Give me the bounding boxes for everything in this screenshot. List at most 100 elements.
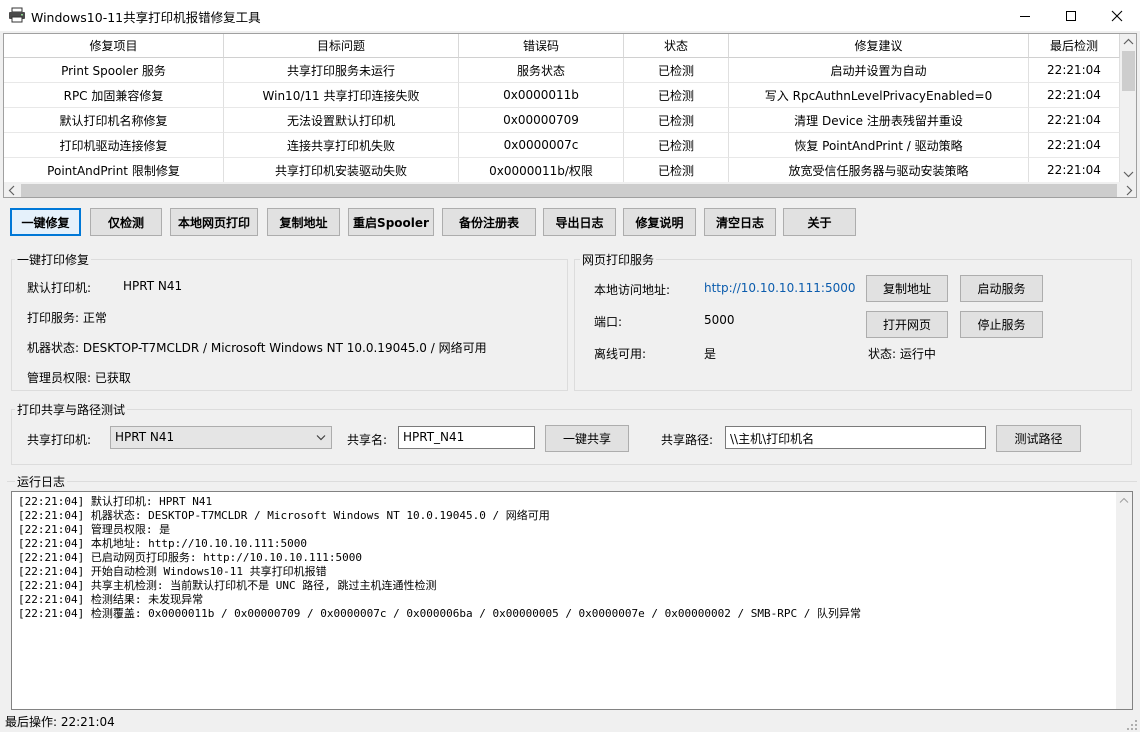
close-button[interactable] <box>1094 0 1140 31</box>
vertical-scroll-thumb[interactable] <box>1122 51 1135 91</box>
chevron-down-icon <box>316 435 326 441</box>
table-cell: 无法设置默认打印机 <box>224 108 459 133</box>
table-cell: 共享打印服务未运行 <box>224 58 459 83</box>
title-bar: Windows10-11共享打印机报错修复工具 <box>0 0 1140 31</box>
port-value: 5000 <box>704 313 735 327</box>
share-path-label: 共享路径: <box>661 433 714 447</box>
table-cell: 22:21:04 <box>1029 133 1120 158</box>
table-cell: 清理 Device 注册表残留并重设 <box>729 108 1029 133</box>
resize-grip-icon[interactable] <box>1126 719 1138 731</box>
restart-spooler-button[interactable]: 重启Spooler <box>348 208 434 236</box>
table-cell: 写入 RpcAuthnLevelPrivacyEnabled=0 <box>729 83 1029 108</box>
web-print-group-title: 网页打印服务 <box>580 251 657 268</box>
repair-notes-button[interactable]: 修复说明 <box>623 208 696 236</box>
share-name-label: 共享名: <box>347 433 388 447</box>
log-line: [22:21:04] 开始自动检测 Windows10-11 共享打印机报错 <box>18 565 327 578</box>
share-path-input[interactable]: \\主机\打印机名 <box>725 426 986 449</box>
table-cell: 放宽受信任服务器与驱动安装策略 <box>729 158 1029 183</box>
log-line: [22:21:04] 本机地址: http://10.10.10.111:500… <box>18 537 308 550</box>
copy-address-button[interactable]: 复制地址 <box>267 208 340 236</box>
backup-registry-button[interactable]: 备份注册表 <box>442 208 536 236</box>
repair-items-grid[interactable]: 修复项目 目标问题 错误码 状态 修复建议 最后检测 Print Spooler 服务 共享打… <box>3 33 1137 198</box>
print-service-status: 打印服务: 正常 <box>27 311 107 325</box>
port-label: 端口: <box>594 315 623 329</box>
table-cell: 已检测 <box>624 83 729 108</box>
log-line: [22:21:04] 检测覆盖: 0x0000011b / 0x00000709… <box>18 607 861 620</box>
log-line: [22:21:04] 管理员权限: 是 <box>18 523 171 536</box>
table-cell: 默认打印机名称修复 <box>4 108 224 133</box>
table-cell: 22:21:04 <box>1029 158 1120 183</box>
scroll-down-icon[interactable] <box>1123 170 1134 178</box>
table-cell: RPC 加固兼容修复 <box>4 83 224 108</box>
local-url-link[interactable]: http://10.10.10.111:5000 <box>704 281 856 295</box>
log-textarea[interactable]: [22:21:04] 默认打印机: HPRT N41 [22:21:04] 机器状… <box>11 491 1133 710</box>
stop-service-button[interactable]: 停止服务 <box>960 311 1043 338</box>
oneclick-group-title: 一键打印修复 <box>15 251 92 268</box>
table-cell: 连接共享打印机失败 <box>224 133 459 158</box>
minimize-button[interactable] <box>1002 0 1048 31</box>
scroll-up-icon[interactable] <box>1119 497 1129 504</box>
default-printer-value: HPRT N41 <box>123 279 183 293</box>
scroll-right-icon[interactable] <box>1125 185 1133 196</box>
copy-url-button[interactable]: 复制地址 <box>866 275 948 302</box>
last-action-status: 最后操作: 22:21:04 <box>5 715 115 729</box>
close-icon <box>1111 10 1123 21</box>
export-log-button[interactable]: 导出日志 <box>543 208 616 236</box>
table-cell: 22:21:04 <box>1029 83 1120 108</box>
table-cell: 恢复 PointAndPrint / 驱动策略 <box>729 133 1029 158</box>
share-group-title: 打印共享与路径测试 <box>15 401 128 418</box>
log-line: [22:21:04] 共享主机检测: 当前默认打印机不是 UNC 路径, 跳过主… <box>18 579 437 592</box>
url-label: 本地访问地址: <box>594 283 671 297</box>
table-cell: 打印机驱动连接修复 <box>4 133 224 158</box>
log-line: [22:21:04] 默认打印机: HPRT N41 <box>18 495 213 508</box>
column-header[interactable]: 目标问题 <box>224 34 459 58</box>
horizontal-scroll-thumb[interactable] <box>21 184 1117 197</box>
one-click-share-button[interactable]: 一键共享 <box>545 425 629 452</box>
vertical-scrollbar[interactable] <box>1120 34 1136 182</box>
detect-only-button[interactable]: 仅检测 <box>90 208 162 236</box>
column-header[interactable]: 错误码 <box>459 34 624 58</box>
table-cell: PointAndPrint 限制修复 <box>4 158 224 183</box>
log-scrollbar[interactable] <box>1116 492 1132 709</box>
column-header[interactable]: 修复项目 <box>4 34 224 58</box>
log-line: [22:21:04] 检测结果: 未发现异常 <box>18 593 204 606</box>
machine-status: 机器状态: DESKTOP-T7MCLDR / Microsoft Window… <box>27 341 487 355</box>
column-header[interactable]: 状态 <box>624 34 729 58</box>
admin-status: 管理员权限: 已获取 <box>27 371 131 385</box>
maximize-button[interactable] <box>1048 0 1094 31</box>
test-path-button[interactable]: 测试路径 <box>996 425 1081 452</box>
table-cell: Win10/11 共享打印连接失败 <box>224 83 459 108</box>
table-cell: 共享打印机安装驱动失败 <box>224 158 459 183</box>
web-print-group <box>574 259 1132 391</box>
log-line: [22:21:04] 机器状态: DESKTOP-T7MCLDR / Micro… <box>18 509 550 522</box>
share-printer-select[interactable]: HPRT N41 <box>110 426 332 449</box>
maximize-icon <box>1066 10 1076 21</box>
table-cell: 服务状态 <box>459 58 624 83</box>
about-button[interactable]: 关于 <box>783 208 856 236</box>
one-click-repair-button[interactable]: 一键修复 <box>10 208 81 236</box>
log-lines: [22:21:04] 默认打印机: HPRT N41 [22:21:04] 机器状… <box>18 495 861 621</box>
column-header[interactable]: 修复建议 <box>729 34 1029 58</box>
table-cell: 0x0000007c <box>459 133 624 158</box>
clear-log-button[interactable]: 清空日志 <box>704 208 776 236</box>
table-cell: 启动并设置为自动 <box>729 58 1029 83</box>
share-name-input[interactable]: HPRT_N41 <box>398 426 535 449</box>
log-line: [22:21:04] 已启动网页打印服务: http://10.10.10.11… <box>18 551 363 564</box>
open-webpage-button[interactable]: 打开网页 <box>866 311 948 338</box>
horizontal-scrollbar[interactable] <box>4 182 1136 197</box>
column-header[interactable]: 最后检测 <box>1029 34 1120 58</box>
status-bar: 最后操作: 22:21:04 <box>0 710 1140 732</box>
share-printer-label: 共享打印机: <box>27 433 92 447</box>
table-cell: 22:21:04 <box>1029 58 1120 83</box>
table-cell: 0x0000011b <box>459 83 624 108</box>
local-web-print-button[interactable]: 本地网页打印 <box>170 208 258 236</box>
table-cell: 已检测 <box>624 158 729 183</box>
table-cell: 已检测 <box>624 133 729 158</box>
offline-value: 是 <box>704 347 717 361</box>
scroll-up-icon[interactable] <box>1123 38 1134 46</box>
minimize-icon <box>1020 15 1030 17</box>
start-service-button[interactable]: 启动服务 <box>960 275 1043 302</box>
log-group-title: 运行日志 <box>15 473 68 490</box>
scroll-left-icon[interactable] <box>8 185 16 196</box>
default-printer-label: 默认打印机: <box>27 281 92 295</box>
